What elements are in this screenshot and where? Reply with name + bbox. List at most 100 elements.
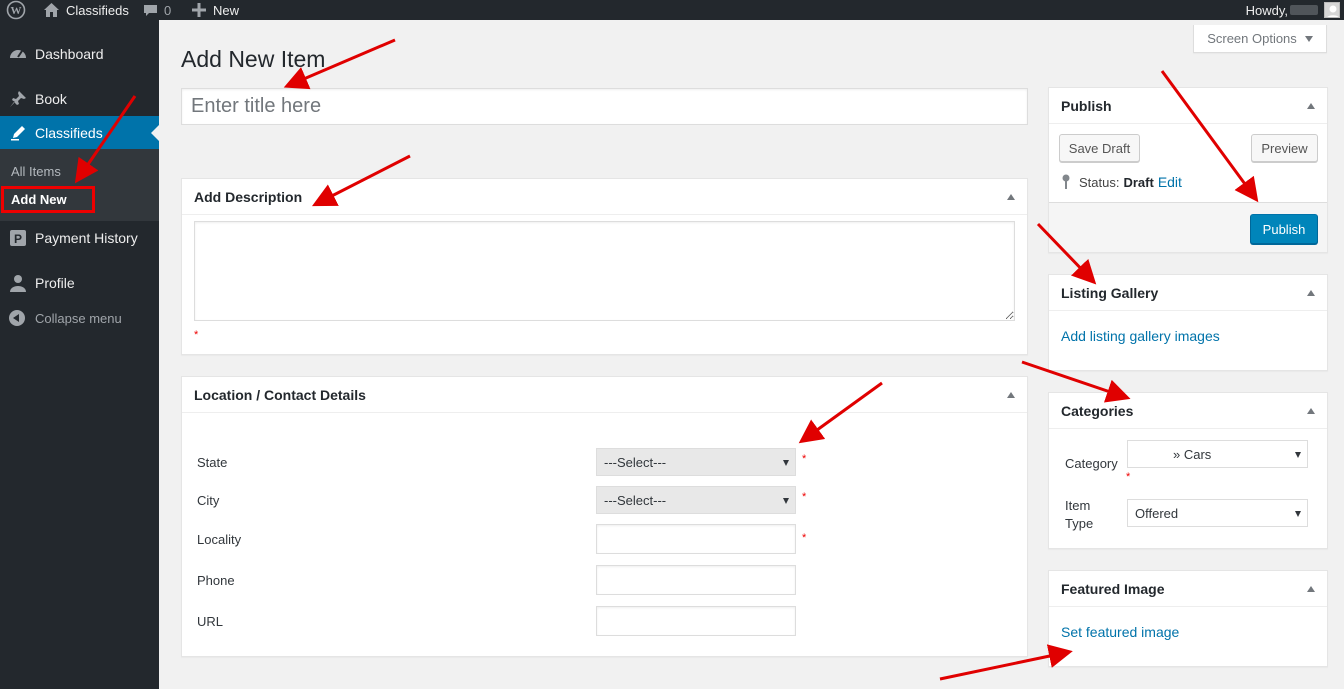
publish-box-header[interactable]: Publish <box>1049 88 1327 124</box>
dropdown-arrow-icon <box>783 498 789 504</box>
listing-gallery-box: Listing Gallery Add listing gallery imag… <box>1048 274 1328 371</box>
svg-text:W: W <box>11 5 22 17</box>
featured-image-header[interactable]: Featured Image <box>1049 571 1327 607</box>
comments-count: 0 <box>164 2 172 18</box>
description-box-title: Add Description <box>194 188 303 205</box>
url-label: URL <box>197 614 224 629</box>
save-draft-button[interactable]: Save Draft <box>1059 134 1140 162</box>
collapse-arrow-icon <box>9 310 25 326</box>
required-mark: * <box>802 453 807 465</box>
required-mark: * <box>802 532 807 544</box>
howdy-label: Howdy, <box>1245 2 1288 18</box>
sidebar-item-profile[interactable]: Profile <box>0 266 159 300</box>
admin-sidebar: Dashboard Book Classifieds All Items Add… <box>0 20 159 689</box>
submenu-all-items[interactable]: All Items <box>11 164 61 179</box>
category-select-value: » Cars <box>1173 446 1212 462</box>
screen-options-label: Screen Options <box>1207 31 1297 46</box>
category-label: Category <box>1065 456 1118 471</box>
state-select[interactable]: ---Select--- <box>596 448 796 476</box>
state-select-value: ---Select--- <box>604 454 667 470</box>
collapse-menu-button[interactable]: Collapse menu <box>0 306 159 330</box>
new-label: New <box>213 2 240 18</box>
required-mark: * <box>194 329 199 341</box>
user-name-redacted <box>1290 5 1318 15</box>
categories-title: Categories <box>1061 402 1134 419</box>
item-type-select[interactable]: Offered <box>1127 499 1308 527</box>
listing-gallery-title: Listing Gallery <box>1061 284 1159 301</box>
phone-input[interactable] <box>596 565 796 595</box>
categories-header[interactable]: Categories <box>1049 393 1327 429</box>
location-box-title: Location / Contact Details <box>194 386 366 403</box>
sidebar-item-book[interactable]: Book <box>0 82 159 116</box>
wordpress-logo-icon[interactable]: W <box>6 0 26 20</box>
sidebar-item-payment-history[interactable]: P Payment History <box>0 221 159 255</box>
locality-label: Locality <box>197 532 242 547</box>
sidebar-item-label: Profile <box>35 275 75 291</box>
item-type-select-value: Offered <box>1135 505 1179 521</box>
description-box: Add Description * <box>181 178 1028 355</box>
paypal-icon: P <box>8 228 28 248</box>
sidebar-item-classifieds[interactable]: Classifieds <box>0 116 159 150</box>
comment-bubble-icon <box>144 4 157 16</box>
avatar <box>1324 2 1340 18</box>
sidebar-item-dashboard[interactable]: Dashboard <box>0 37 159 71</box>
description-textarea[interactable] <box>194 221 1015 321</box>
dropdown-arrow-icon <box>783 460 789 466</box>
location-box-header[interactable]: Location / Contact Details <box>182 377 1027 413</box>
required-mark: * <box>1126 471 1131 483</box>
set-featured-image-link[interactable]: Set featured image <box>1061 624 1179 640</box>
collapse-toggle-icon[interactable] <box>1007 392 1015 398</box>
caret-down-icon <box>1304 35 1313 42</box>
preview-button[interactable]: Preview <box>1251 134 1318 162</box>
sidebar-item-label: Payment History <box>35 230 138 246</box>
my-account-link[interactable]: Howdy, <box>1246 0 1340 20</box>
admin-bar: W Classifieds 0 New Howdy, <box>0 0 1344 20</box>
pin-marker-icon <box>1062 174 1070 189</box>
plus-icon <box>192 3 206 17</box>
collapse-toggle-icon[interactable] <box>1007 194 1015 200</box>
new-content-link[interactable]: New <box>192 0 239 20</box>
collapse-toggle-icon[interactable] <box>1307 290 1315 296</box>
site-name-link[interactable]: Classifieds <box>43 0 129 20</box>
description-box-header[interactable]: Add Description <box>182 179 1027 215</box>
city-label: City <box>197 493 220 508</box>
categories-box: Categories Category » Cars * Item Type O… <box>1048 392 1328 549</box>
state-label: State <box>197 455 228 470</box>
location-box: Location / Contact Details State ---Sele… <box>181 376 1028 657</box>
city-select[interactable]: ---Select--- <box>596 486 796 514</box>
screen-options-button[interactable]: Screen Options <box>1193 25 1327 53</box>
featured-image-box: Featured Image Set featured image <box>1048 570 1328 667</box>
item-type-label: Item Type <box>1065 498 1094 531</box>
phone-label: Phone <box>197 573 235 588</box>
sidebar-item-label: Dashboard <box>35 46 104 62</box>
city-select-value: ---Select--- <box>604 492 667 508</box>
collapse-toggle-icon[interactable] <box>1307 586 1315 592</box>
page-title: Add New Item <box>181 46 326 72</box>
collapse-toggle-icon[interactable] <box>1307 408 1315 414</box>
dashboard-icon <box>8 44 28 64</box>
publish-actions: Publish <box>1049 202 1327 252</box>
comments-link[interactable]: 0 <box>143 0 171 20</box>
dropdown-arrow-icon <box>1295 511 1301 517</box>
dropdown-arrow-icon <box>1295 452 1301 458</box>
publish-box: Publish Save Draft Preview Status: Draft… <box>1048 87 1328 253</box>
locality-input[interactable] <box>596 524 796 554</box>
collapse-menu-label: Collapse menu <box>35 310 122 326</box>
status-label: Status: <box>1079 174 1120 190</box>
featured-image-title: Featured Image <box>1061 580 1165 597</box>
home-icon <box>44 3 59 17</box>
title-input[interactable] <box>181 88 1028 125</box>
edit-status-link[interactable]: Edit <box>1158 174 1182 190</box>
pin-icon <box>8 89 28 109</box>
collapse-toggle-icon[interactable] <box>1307 103 1315 109</box>
svg-text:P: P <box>14 232 22 246</box>
sidebar-item-label: Book <box>35 91 67 107</box>
publish-button[interactable]: Publish <box>1250 214 1318 244</box>
status-value: Draft <box>1123 174 1154 190</box>
sidebar-item-label: Classifieds <box>35 125 103 141</box>
category-select[interactable]: » Cars <box>1127 440 1308 468</box>
add-gallery-images-link[interactable]: Add listing gallery images <box>1061 328 1220 344</box>
listing-gallery-header[interactable]: Listing Gallery <box>1049 275 1327 311</box>
user-icon <box>8 273 28 293</box>
url-input[interactable] <box>596 606 796 636</box>
